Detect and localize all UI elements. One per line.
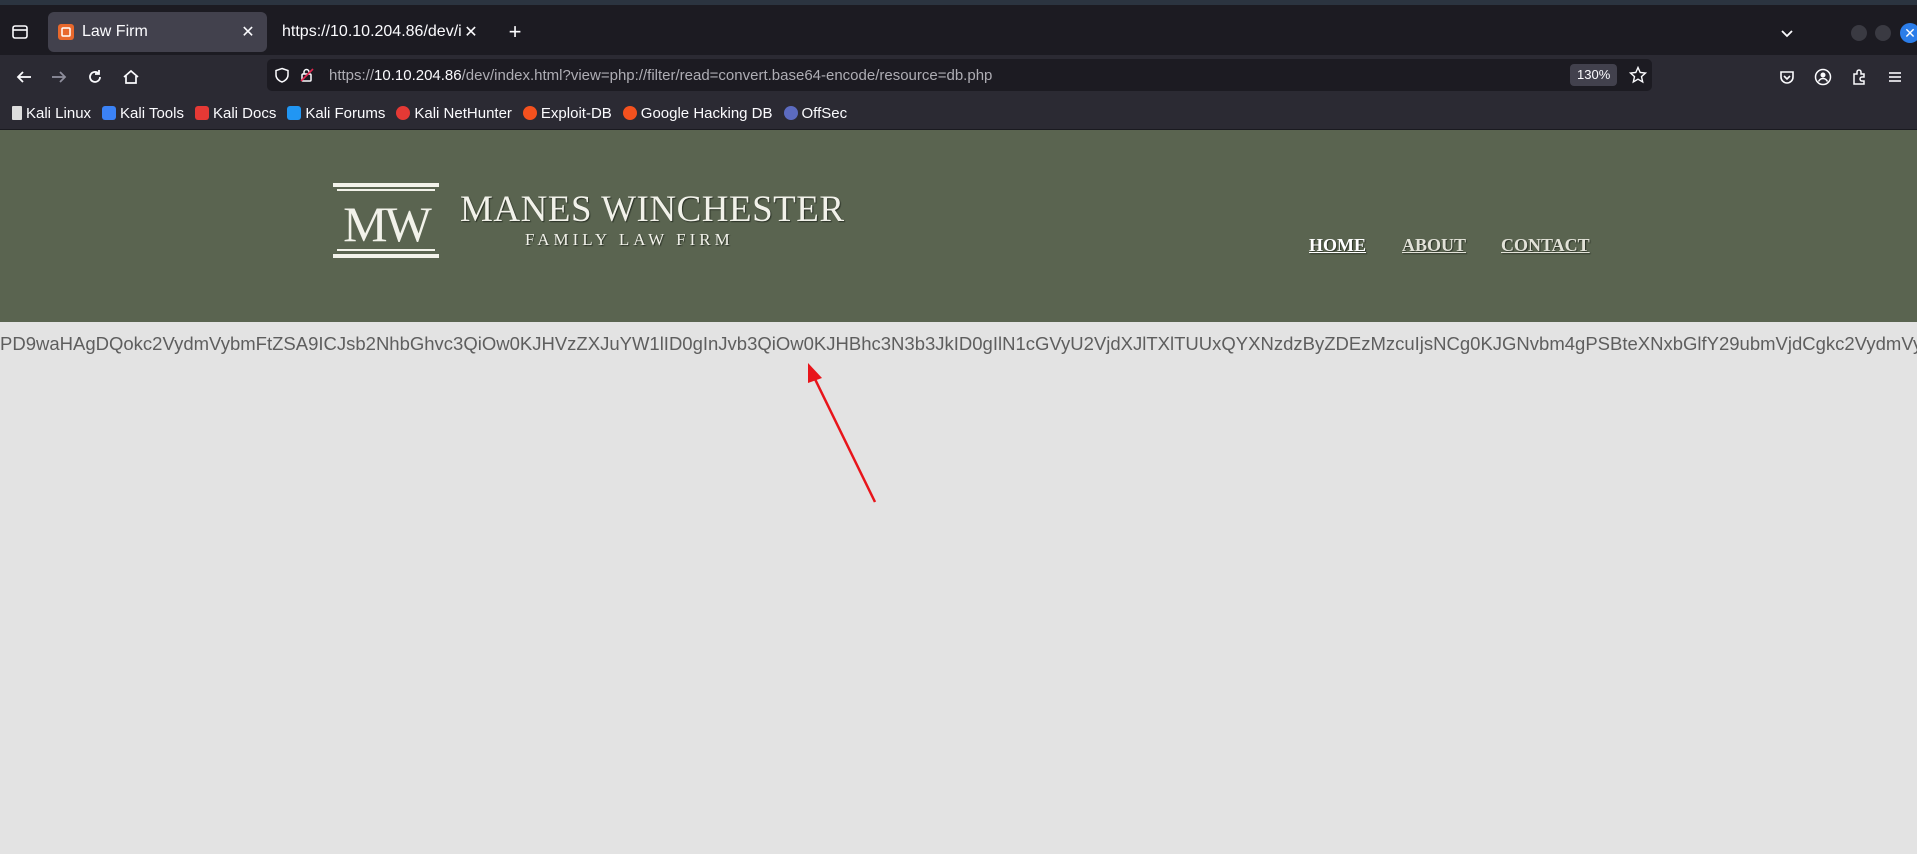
bookmark-kali-nethunter[interactable]: Kali NetHunter <box>396 105 512 122</box>
base64-output-text: PD9waHAgDQokc2VydmVybmFtZSA9ICJsb2NhbGhv… <box>0 333 1917 354</box>
kali-tools-icon <box>102 106 117 120</box>
reload-button[interactable] <box>81 63 109 91</box>
bookmark-label: Kali Tools <box>120 104 184 122</box>
ghdb-icon <box>622 106 637 120</box>
plus-icon: + <box>508 19 522 44</box>
back-button[interactable] <box>10 63 38 91</box>
extensions-button[interactable] <box>1845 63 1873 91</box>
hamburger-menu-icon <box>1889 72 1901 82</box>
bookmarks-toolbar: Kali Linux Kali Tools Kali Docs Kali For… <box>0 97 1917 130</box>
new-tab-button[interactable]: + <box>502 19 528 45</box>
bookmark-offsec[interactable]: OffSec <box>783 104 848 122</box>
tab-close-icon[interactable]: ✕ <box>462 23 480 41</box>
pocket-icon <box>1780 71 1794 84</box>
kali-dragon-icon <box>12 106 22 120</box>
arrow-left-icon <box>16 71 31 83</box>
svg-text:MW: MW <box>343 196 432 252</box>
close-icon: ✕ <box>1904 24 1916 41</box>
home-button[interactable] <box>117 63 145 91</box>
account-button[interactable] <box>1809 63 1837 91</box>
bookmark-label: Google Hacking DB <box>640 104 773 122</box>
exploit-db-icon <box>522 106 537 120</box>
reload-icon <box>89 70 101 83</box>
bookmark-google-hacking-db[interactable]: Google Hacking DB <box>622 104 773 122</box>
bookmark-kali-tools[interactable]: Kali Tools <box>102 105 184 122</box>
list-all-tabs-button[interactable] <box>1775 21 1799 45</box>
bookmark-exploit-db[interactable]: Exploit-DB <box>522 104 612 122</box>
pocket-button[interactable] <box>1773 63 1801 91</box>
zoom-level-badge[interactable]: 130% <box>1570 64 1618 86</box>
tab-title: https://10.10.204.86/dev/inde <box>282 23 462 40</box>
brand-name: MANES WINCHESTER <box>460 189 845 230</box>
forward-button[interactable] <box>45 63 73 91</box>
site-header: MW MANES WINCHESTER FAMILY LAW FIRM HOME… <box>0 130 1917 322</box>
bookmark-label: Kali Docs <box>212 104 277 122</box>
firefox-view-icon <box>12 25 28 39</box>
bookmark-label: Kali Linux <box>26 104 92 122</box>
nav-home-link[interactable]: HOME <box>1309 235 1366 256</box>
brand-tagline: FAMILY LAW FIRM <box>525 230 734 249</box>
bookmark-label: Kali Forums <box>305 104 386 122</box>
chevron-down-icon <box>1781 30 1793 38</box>
home-icon <box>123 69 139 84</box>
bookmark-kali-linux[interactable]: Kali Linux <box>12 105 91 122</box>
bookmark-kali-forums[interactable]: Kali Forums <box>287 105 385 122</box>
law-firm-logo[interactable]: MW <box>333 183 439 259</box>
url-text[interactable]: https://10.10.204.86/dev/index.html?view… <box>329 67 992 84</box>
nethunter-icon <box>396 106 411 120</box>
bookmark-label: OffSec <box>801 104 848 122</box>
account-icon <box>1814 68 1832 86</box>
offsec-icon <box>783 106 798 120</box>
bookmark-star-icon[interactable] <box>1628 65 1648 85</box>
arrow-right-icon <box>52 71 67 83</box>
navigation-toolbar: https://10.10.204.86/dev/index.html?view… <box>0 55 1917 97</box>
firefox-view-button[interactable] <box>6 18 34 46</box>
tracking-shield-icon[interactable] <box>273 66 291 84</box>
bookmark-kali-docs[interactable]: Kali Docs <box>194 104 277 122</box>
window-minimize-button[interactable] <box>1851 25 1867 41</box>
bookmark-label: Kali NetHunter <box>414 104 512 122</box>
tab-title: Law Firm <box>82 23 148 40</box>
puzzle-icon <box>1853 69 1865 85</box>
tab-url[interactable]: https://10.10.204.86/dev/inde ✕ <box>272 12 490 52</box>
url-host: 10.10.204.86 <box>374 67 462 84</box>
menu-button[interactable] <box>1881 63 1909 91</box>
kali-forums-icon <box>287 106 302 120</box>
window-close-button[interactable]: ✕ <box>1900 23 1917 43</box>
insecure-lock-icon[interactable] <box>298 66 316 84</box>
nav-about-link[interactable]: ABOUT <box>1402 235 1466 256</box>
url-bar[interactable]: https://10.10.204.86/dev/index.html?view… <box>267 59 1652 91</box>
nav-contact-link[interactable]: CONTACT <box>1501 235 1590 256</box>
bookmark-label: Exploit-DB <box>540 104 612 122</box>
tab-bar: Law Firm ✕ https://10.10.204.86/dev/inde… <box>0 0 1917 55</box>
site-favicon-icon <box>58 24 74 40</box>
url-scheme: https:// <box>329 67 375 84</box>
tab-close-icon[interactable]: ✕ <box>239 23 257 41</box>
kali-docs-icon <box>194 106 209 120</box>
window-maximize-button[interactable] <box>1875 25 1891 41</box>
tab-law-firm[interactable]: Law Firm ✕ <box>48 12 267 52</box>
url-path: /dev/index.html?view=php://filter/read=c… <box>461 67 993 84</box>
